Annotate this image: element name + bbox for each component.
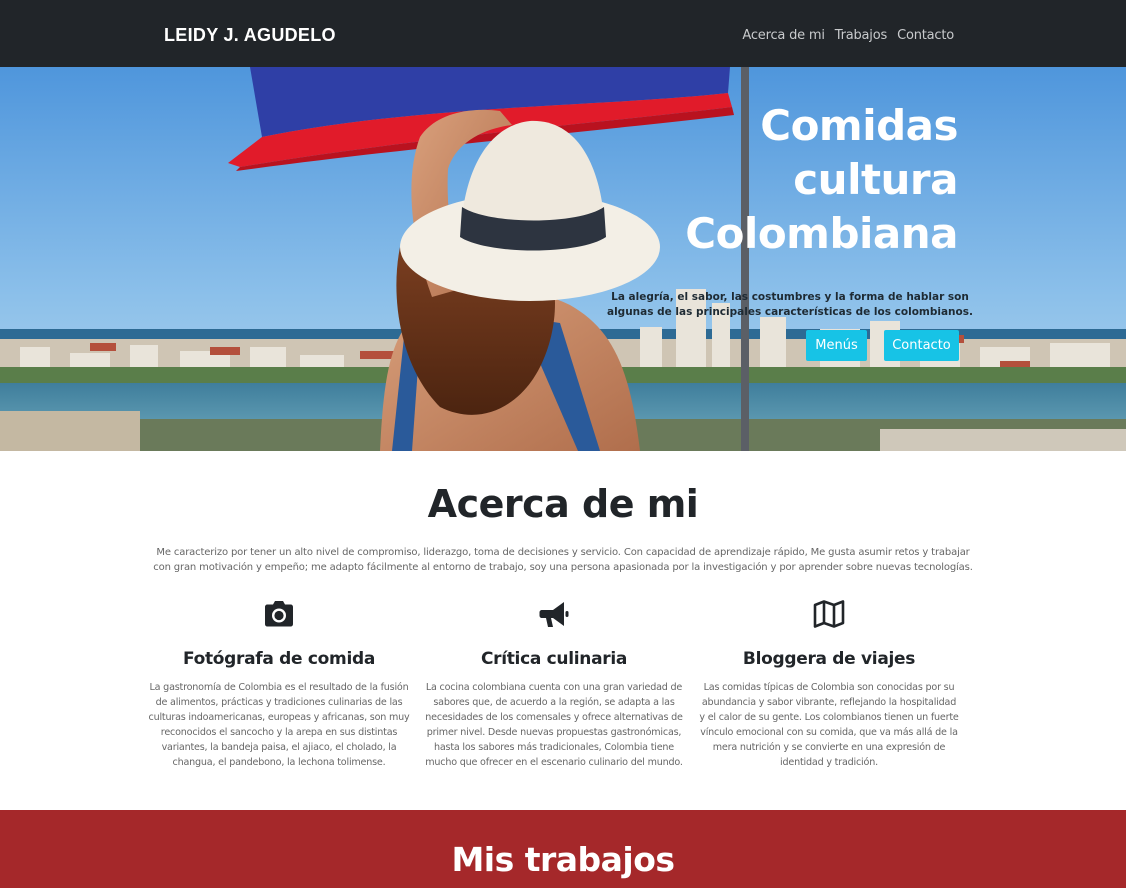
about-title: Acerca de mi: [427, 482, 699, 526]
camera-icon: [265, 601, 293, 627]
contacto-button[interactable]: Contacto: [884, 330, 959, 361]
menus-button[interactable]: Menús: [806, 330, 867, 361]
feature-text: Las comidas típicas de Colombia son cono…: [699, 682, 959, 768]
nav-link-acerca[interactable]: Acerca de mi: [742, 28, 825, 43]
hero-subtitle: La alegría, el sabor, las costumbres y l…: [607, 291, 973, 318]
nav-links: Acerca de mi Trabajos Contacto: [742, 28, 954, 43]
feature-text: La gastronomía de Colombia es el resulta…: [148, 682, 410, 768]
brand-logo[interactable]: LEIDY J. AGUDELO: [164, 25, 336, 46]
feature-food-critic: Crítica culinaria La cocina colombiana c…: [423, 598, 685, 770]
feature-title: Bloggera de viajes: [742, 649, 916, 669]
feature-title: Crítica culinaria: [480, 649, 628, 669]
hero-title-line: cultura: [793, 155, 958, 204]
megaphone-icon: [539, 602, 569, 627]
navbar: LEIDY J. AGUDELO Acerca de mi Trabajos C…: [0, 0, 1126, 67]
about-text: Me caracterizo por tener un alto nivel d…: [153, 547, 973, 573]
nav-link-trabajos[interactable]: Trabajos: [835, 28, 888, 43]
hero-title-line: Colombiana: [685, 209, 958, 258]
feature-title: Fotógrafa de comida: [182, 649, 376, 669]
nav-link-contacto[interactable]: Contacto: [897, 28, 954, 43]
feature-travel-blogger: Bloggera de viajes Las comidas típicas d…: [698, 598, 960, 770]
hero-section: Comidas cultura Colombiana La alegría, e…: [0, 67, 1126, 451]
map-icon: [813, 600, 845, 628]
hero-title-line: Comidas: [760, 101, 958, 150]
feature-text: La cocina colombiana cuenta con una gran…: [425, 682, 683, 768]
works-title: Mis trabajos: [451, 840, 675, 879]
hero-title: Comidas cultura Colombiana: [538, 99, 958, 261]
works-section: Mis trabajos: [0, 810, 1126, 888]
feature-food-photographer: Fotógrafa de comida La gastronomía de Co…: [148, 598, 410, 770]
